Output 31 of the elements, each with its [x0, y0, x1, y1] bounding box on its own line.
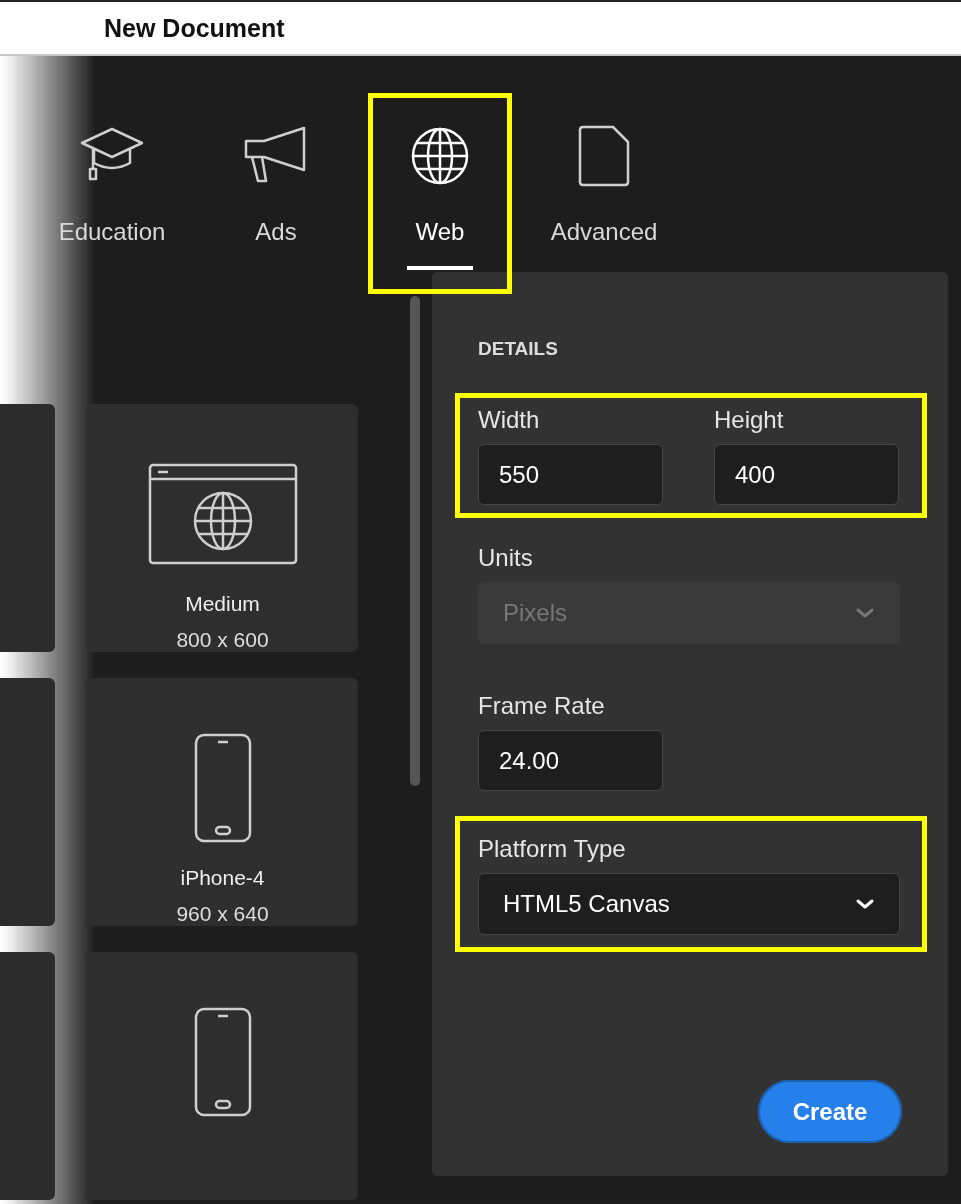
field-label: Frame Rate — [478, 692, 606, 720]
preset-card[interactable]: Medium 800 x 600 — [87, 404, 358, 652]
chevron-down-icon — [855, 607, 875, 619]
chevron-down-icon — [855, 898, 875, 910]
preset-card[interactable] — [87, 952, 358, 1200]
tab[interactable]: Education — [40, 93, 184, 294]
input-field[interactable]: 24.00 — [478, 730, 663, 791]
preset-size: 960 x 640 — [176, 902, 269, 926]
input-field[interactable]: 550 — [478, 444, 663, 505]
tab[interactable]: Advanced — [532, 93, 676, 294]
field-label: Units — [478, 544, 534, 572]
phone-icon — [193, 1007, 252, 1117]
document-icon — [577, 124, 631, 188]
preset-name: iPhone-4 — [180, 866, 265, 890]
field-label: Width — [478, 406, 541, 434]
field-label: Height — [714, 406, 785, 434]
create-button[interactable]: Create — [758, 1080, 902, 1143]
phone-icon — [193, 733, 252, 843]
preset-name: Medium — [185, 592, 260, 616]
field-label: Platform Type — [478, 835, 627, 863]
preset-card[interactable]: iPhone-4 960 x 640 — [87, 678, 358, 926]
input-field[interactable]: 400 — [714, 444, 899, 505]
tab[interactable]: Ads — [204, 93, 348, 294]
tab[interactable]: Web — [368, 93, 512, 294]
section-heading: DETAILS — [478, 338, 559, 360]
browser-globe-icon — [147, 463, 298, 565]
scrollbar[interactable] — [410, 296, 420, 786]
preset-size: 800 x 600 — [176, 628, 269, 652]
window-title: New Document — [103, 13, 286, 43]
globe-icon — [409, 125, 471, 187]
dropdown[interactable]: HTML5 Canvas — [478, 873, 900, 935]
